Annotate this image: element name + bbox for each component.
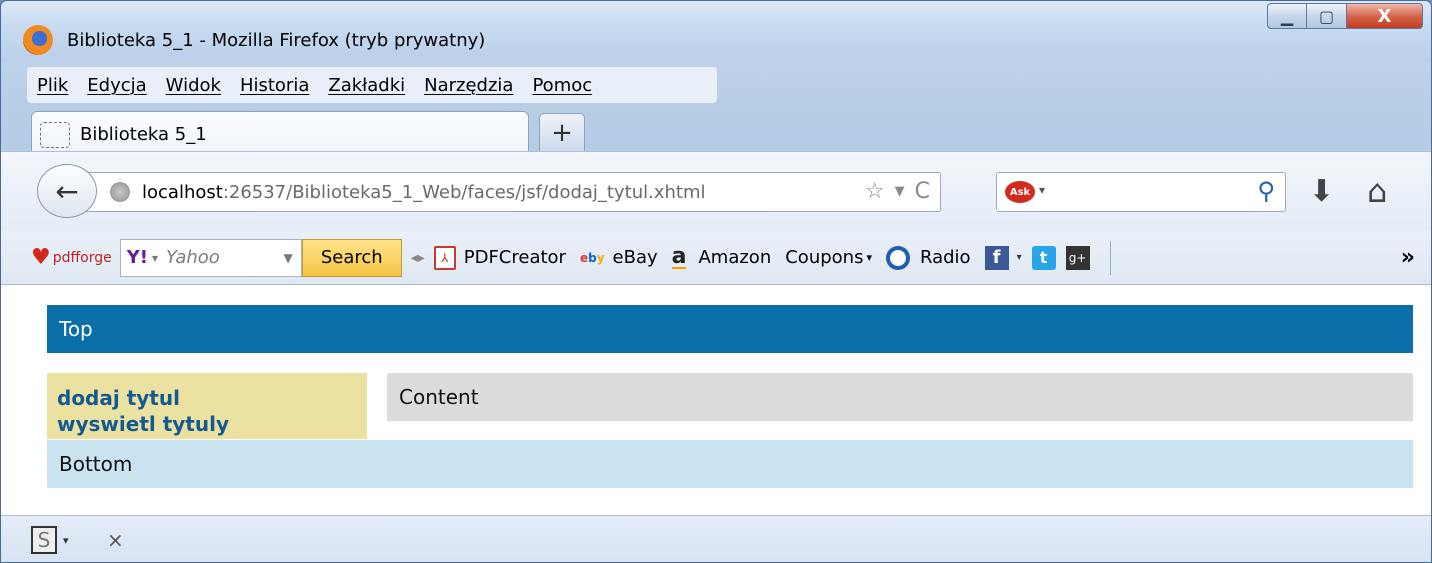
page-content: Top dodaj tytul wyswietl tytuly Content … <box>1 285 1431 515</box>
url-path: :26537/Biblioteka5_1_Web/faces/jsf/dodaj… <box>222 181 706 203</box>
more-bookmarks-chevron-icon[interactable]: » <box>1401 245 1415 270</box>
star-bookmark-icon[interactable]: ☆ <box>865 179 885 204</box>
new-tab-button[interactable]: + <box>539 113 585 153</box>
toolbar-grip-icon[interactable]: ◂▸ <box>408 250 428 266</box>
yahoo-engine-dropdown-icon[interactable]: ▾ <box>152 251 158 265</box>
bookmarks-toolbar: ♥ pdfforge Y! ▾ Yahoo ▼ Search ◂▸ ⅄ PDFC… <box>1 231 1431 285</box>
ask-engine-icon[interactable]: Ask <box>1005 181 1035 203</box>
bookmark-coupons[interactable]: Coupons ▾ <box>785 247 872 268</box>
pdf-icon: ⅄ <box>433 245 456 270</box>
title-bar: Biblioteka 5_1 - Mozilla Firefox (tryb p… <box>1 1 1431 61</box>
navigation-toolbar: localhost:26537/Biblioteka5_1_Web/faces/… <box>1 151 1431 231</box>
menu-historia[interactable]: Historia <box>240 75 309 96</box>
ebay-icon-letter: b <box>588 250 597 265</box>
link-dodaj-tytul[interactable]: dodaj tytul <box>57 385 357 411</box>
bookmark-label: PDFCreator <box>463 247 566 268</box>
globe-icon <box>110 182 130 202</box>
home-icon[interactable]: ⌂ <box>1367 172 1387 210</box>
yahoo-logo-icon: Y! <box>126 247 148 268</box>
maximize-button[interactable]: ▢ <box>1307 3 1347 29</box>
window-controls: ▁ ▢ X <box>1267 3 1423 29</box>
menu-bar: Plik Edycja Widok Historia Zakładki Narz… <box>27 67 717 103</box>
pdfforge-logo[interactable]: ♥ pdfforge <box>31 245 112 270</box>
reload-icon[interactable]: C <box>915 179 930 204</box>
facebook-icon[interactable]: f <box>984 245 1009 270</box>
tab-label: Biblioteka 5_1 <box>80 124 207 145</box>
url-host: localhost <box>142 181 223 203</box>
facebook-dropdown-icon[interactable]: ▾ <box>1017 252 1022 263</box>
bookmark-pdfcreator[interactable]: ⅄ PDFCreator <box>433 245 566 270</box>
link-wyswietl-tytuly[interactable]: wyswietl tytuly <box>57 411 357 437</box>
bookmark-label: eBay <box>612 247 658 268</box>
page-content-area: Content <box>387 373 1413 421</box>
search-input[interactable]: Ask ▾ ⚲ <box>996 172 1286 212</box>
menu-edycja[interactable]: Edycja <box>87 75 146 96</box>
coupons-dropdown-icon: ▾ <box>866 251 872 264</box>
ebay-icon-letter: y <box>596 250 605 265</box>
minimize-button[interactable]: ▁ <box>1267 3 1307 29</box>
firefox-logo-icon <box>23 25 53 55</box>
bookmark-ebay[interactable]: eby eBay <box>580 247 658 268</box>
menu-narzedzia[interactable]: Narzędzia <box>424 75 513 96</box>
yahoo-search-button[interactable]: Search <box>301 238 402 277</box>
tab-strip: Biblioteka 5_1 + <box>1 109 1431 157</box>
search-icon[interactable]: ⚲ <box>1257 177 1275 205</box>
bookmark-label: Coupons <box>785 247 864 268</box>
ebay-icon: eby <box>580 251 605 265</box>
blank-page-icon <box>40 121 70 148</box>
back-button[interactable]: ← <box>37 164 97 218</box>
addon-dropdown-icon[interactable]: ▾ <box>63 534 69 547</box>
close-button[interactable]: X <box>1347 3 1423 29</box>
pdfforge-heart-icon: ♥ <box>31 245 51 270</box>
history-dropdown-icon[interactable]: ▼ <box>895 184 905 199</box>
page-top-bar: Top <box>47 305 1413 353</box>
page-left-nav: dodaj tytul wyswietl tytuly <box>47 373 367 439</box>
page-bottom-bar: Bottom <box>47 440 1413 488</box>
radio-icon <box>885 245 910 270</box>
amazon-icon: a <box>671 243 687 269</box>
addon-bar: S ▾ × <box>1 515 1431 562</box>
engine-dropdown-icon[interactable]: ▾ <box>1039 183 1045 197</box>
addon-s-icon[interactable]: S <box>31 526 57 554</box>
yahoo-placeholder: Yahoo <box>166 247 220 268</box>
toolbar-separator <box>1109 240 1111 275</box>
yahoo-dropdown-icon[interactable]: ▼ <box>284 251 293 265</box>
yahoo-search-input[interactable]: Y! ▾ Yahoo ▼ <box>119 238 302 277</box>
twitter-icon[interactable]: t <box>1031 245 1056 270</box>
ebay-icon-letter: e <box>579 250 589 265</box>
bookmark-label: Radio <box>919 247 971 268</box>
google-plus-icon[interactable]: g+ <box>1065 245 1090 270</box>
window-title: Biblioteka 5_1 - Mozilla Firefox (tryb p… <box>67 30 486 51</box>
menu-plik[interactable]: Plik <box>37 75 68 96</box>
menu-zakladki[interactable]: Zakładki <box>328 75 405 96</box>
bookmark-label: Amazon <box>698 247 772 268</box>
bookmark-radio[interactable]: Radio <box>885 245 971 270</box>
bookmark-amazon[interactable]: a Amazon <box>671 243 772 269</box>
download-icon[interactable]: ⬇ <box>1309 174 1334 209</box>
pdfforge-label: pdfforge <box>52 249 112 266</box>
addon-close-icon[interactable]: × <box>107 528 124 552</box>
url-bar[interactable]: localhost:26537/Biblioteka5_1_Web/faces/… <box>81 172 941 212</box>
url-bar-icons: ☆ ▼ C <box>865 179 930 204</box>
menu-pomoc[interactable]: Pomoc <box>532 75 592 96</box>
browser-window: Biblioteka 5_1 - Mozilla Firefox (tryb p… <box>0 0 1432 563</box>
menu-widok[interactable]: Widok <box>166 75 221 96</box>
